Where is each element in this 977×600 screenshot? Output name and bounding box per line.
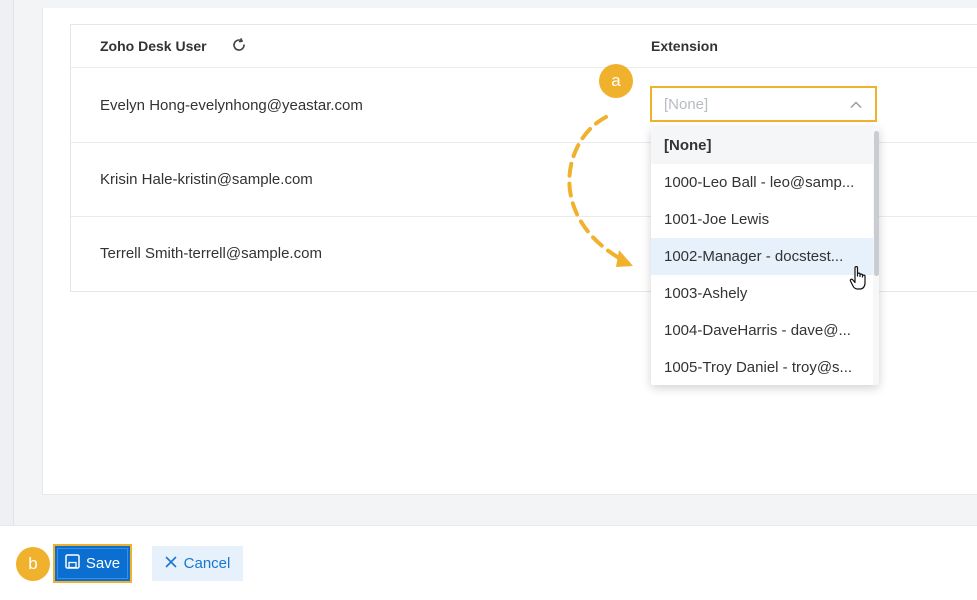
dropdown-option[interactable]: 1003-Ashely (651, 275, 873, 312)
save-icon (65, 554, 80, 573)
callout-badge-a: a (599, 64, 633, 98)
dropdown-option[interactable]: 1005-Troy Daniel - troy@s... (651, 349, 873, 385)
scrollbar-thumb[interactable] (874, 131, 879, 276)
save-label: Save (85, 555, 121, 572)
chevron-up-icon (849, 98, 863, 112)
save-button[interactable]: Save (53, 544, 132, 583)
save-button-inner[interactable]: Save (57, 548, 128, 579)
form-footer (0, 525, 977, 600)
cancel-button[interactable]: Cancel (152, 546, 243, 581)
callout-badge-b: b (16, 547, 50, 581)
dropdown-option[interactable]: 1004-DaveHarris - dave@... (651, 312, 873, 349)
select-value: [None] (664, 96, 709, 113)
hand-cursor-icon (848, 265, 870, 293)
dropdown-option[interactable]: 1001-Joe Lewis (651, 201, 873, 238)
dropdown-scrollbar[interactable] (873, 127, 879, 385)
cancel-label: Cancel (183, 555, 231, 572)
extension-select[interactable]: [None] (650, 86, 877, 122)
extension-dropdown-menu: [None] 1000-Leo Ball - leo@samp... 1001-… (651, 127, 879, 385)
dropdown-option[interactable]: [None] (651, 127, 873, 164)
dropdown-option[interactable]: 1000-Leo Ball - leo@samp... (651, 164, 873, 201)
dropdown-option-hovered[interactable]: 1002-Manager - docstest... (651, 238, 873, 275)
close-icon (165, 555, 177, 572)
